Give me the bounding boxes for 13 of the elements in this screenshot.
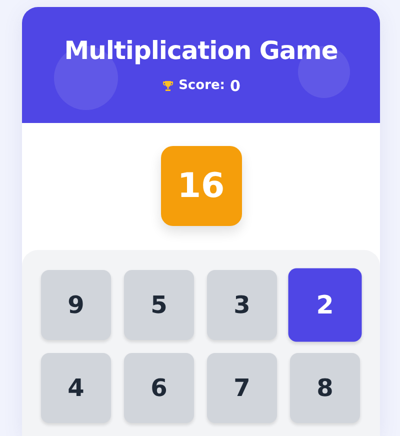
number-button[interactable]: 3	[207, 270, 277, 340]
score-value: 0	[230, 76, 240, 94]
number-button[interactable]: 7	[207, 353, 277, 423]
number-button[interactable]: 9	[41, 270, 111, 340]
target-number: 16	[160, 146, 242, 226]
number-button[interactable]: 2	[288, 268, 362, 342]
trophy-icon	[162, 80, 174, 92]
game-title: Multiplication Game	[64, 36, 338, 64]
number-button[interactable]: 6	[124, 353, 194, 423]
number-button[interactable]: 8	[290, 353, 360, 423]
score-label: Score:	[178, 78, 225, 93]
number-button[interactable]: 4	[41, 353, 111, 423]
number-button[interactable]: 5	[124, 270, 194, 340]
